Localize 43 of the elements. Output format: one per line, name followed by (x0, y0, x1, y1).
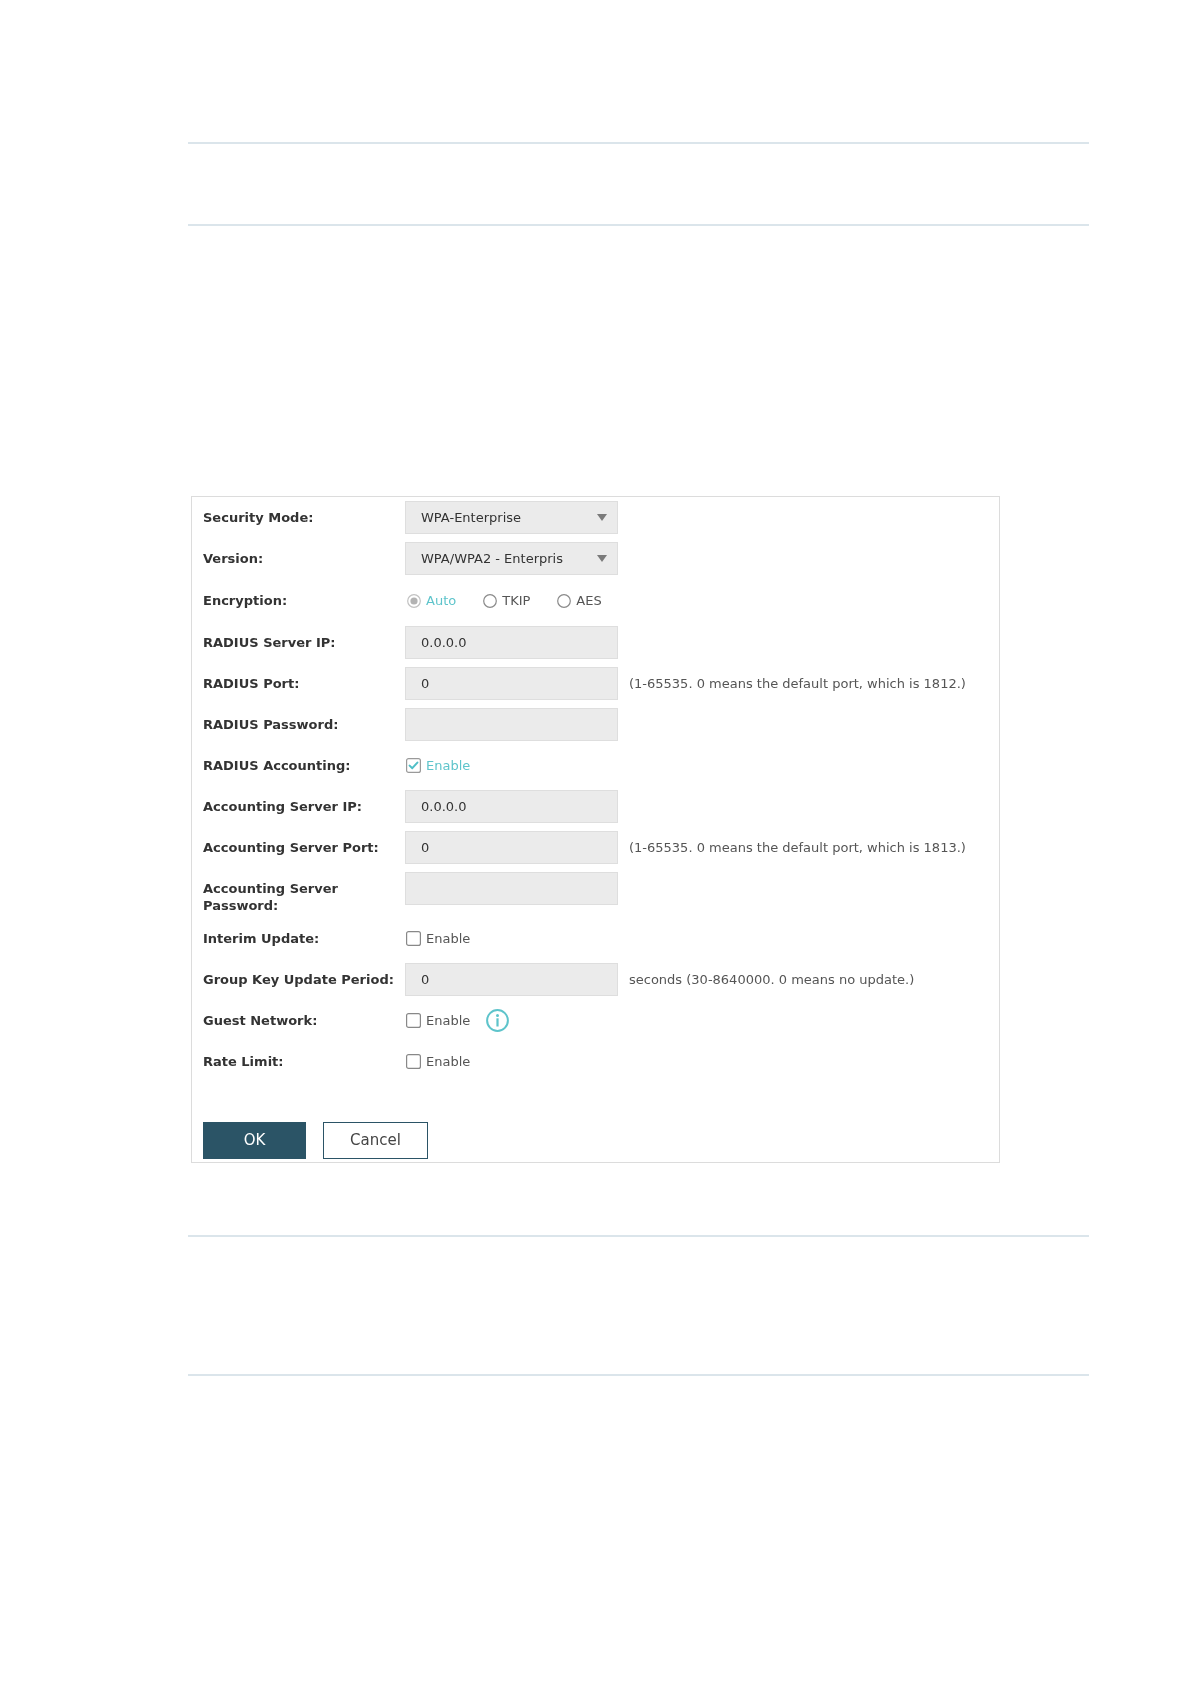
field-label: RADIUS Port: (203, 675, 301, 692)
field-label: Encryption: (203, 592, 289, 609)
field-label: Security Mode: (203, 509, 315, 526)
ok-button[interactable]: OK (203, 1122, 306, 1159)
hint-text: seconds (30-8640000. 0 means no update.) (629, 971, 915, 988)
checkbox[interactable] (406, 931, 421, 946)
caret-icon (597, 555, 607, 562)
hint-text: (1-65535. 0 means the default port, which is 1813.) (629, 839, 966, 856)
checkbox[interactable] (406, 1054, 421, 1069)
caret-icon (597, 514, 607, 521)
field-label: RADIUS Accounting: (203, 757, 352, 774)
text-field[interactable]: 0.0.0.0 (405, 626, 618, 659)
checkbox-label[interactable]: Enable (426, 928, 471, 949)
field-label: Accounting Server Port: (203, 839, 380, 856)
text-field[interactable]: 0 (405, 831, 618, 864)
cancel-button[interactable]: Cancel (323, 1122, 428, 1159)
info-icon[interactable] (486, 1009, 510, 1032)
radio-label[interactable]: AES (576, 590, 602, 611)
hint-text: (1-65535. 0 means the default port, which is 1812.) (629, 675, 966, 692)
field-label: RADIUS Password: (203, 716, 340, 733)
field-label: Interim Update: (203, 930, 321, 947)
dropdown[interactable]: WPA/WPA2 - Enterpris (405, 542, 618, 575)
field-label: Accounting Server IP: (203, 798, 364, 815)
radio-button[interactable] (483, 593, 498, 608)
field-label: Version: (203, 550, 265, 567)
field-label: Guest Network: (203, 1012, 319, 1029)
password-field[interactable] (405, 872, 618, 905)
text-field[interactable]: 0 (405, 667, 618, 700)
checkbox[interactable] (406, 758, 421, 773)
radio-button[interactable] (407, 593, 421, 608)
text-field[interactable]: 0 (405, 963, 618, 996)
radio-button[interactable] (557, 593, 572, 608)
password-field[interactable] (405, 708, 618, 741)
field-label: RADIUS Server IP: (203, 634, 337, 651)
checkbox-label[interactable]: Enable (426, 1051, 471, 1072)
field-label: Rate Limit: (203, 1053, 285, 1070)
field-label: Group Key Update Period: (203, 971, 395, 988)
radio-label[interactable]: TKIP (502, 590, 531, 611)
text-field[interactable]: 0.0.0.0 (405, 790, 618, 823)
checkbox-label[interactable]: Enable (426, 1010, 471, 1031)
checkbox[interactable] (406, 1013, 421, 1028)
dropdown[interactable]: WPA-Enterprise (405, 501, 618, 534)
field-label: Accounting Server Password: (203, 880, 339, 914)
